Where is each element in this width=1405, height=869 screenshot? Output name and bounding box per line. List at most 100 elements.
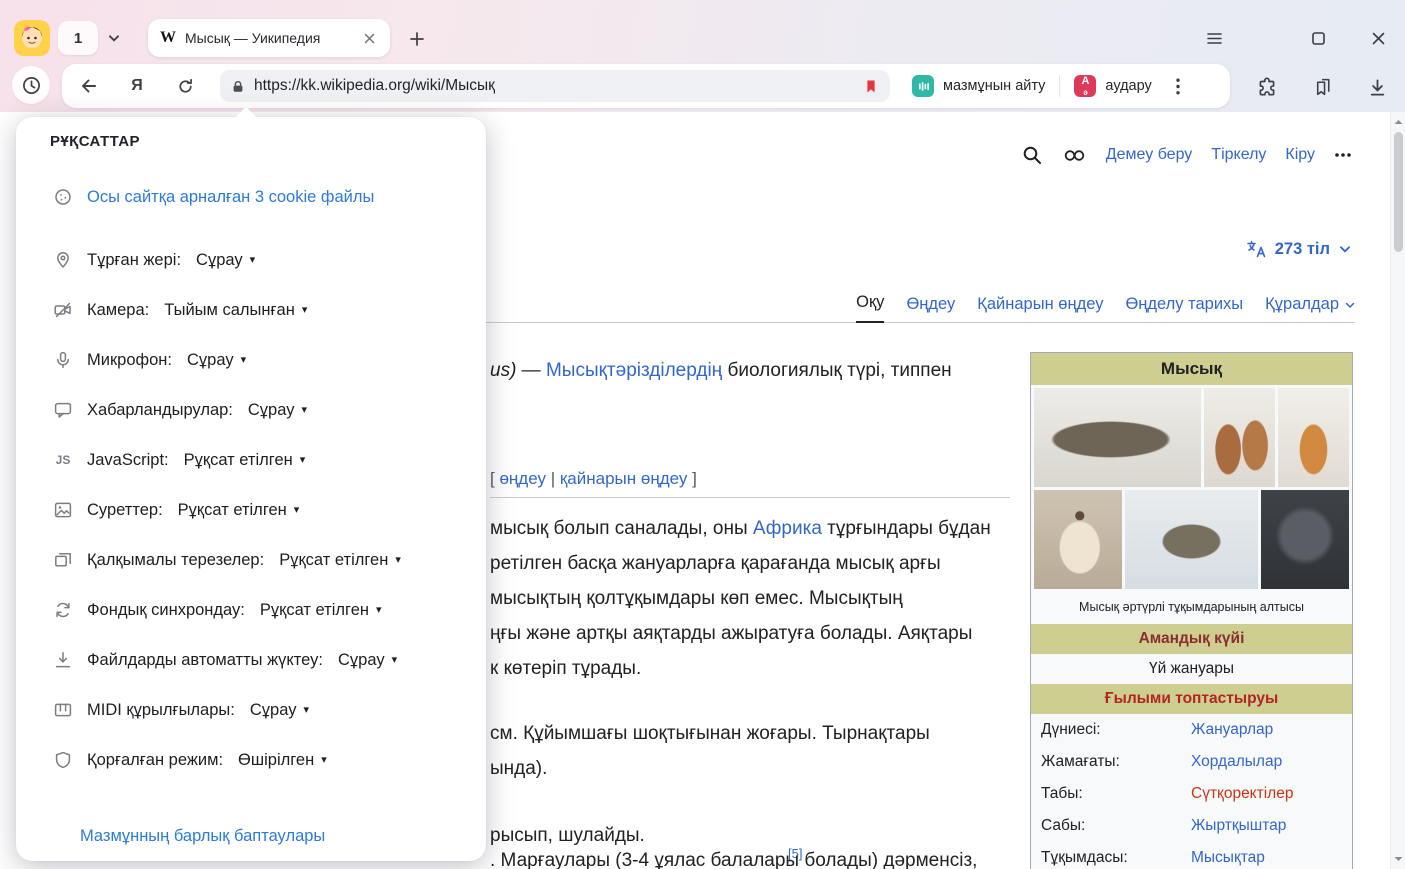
taxonomy-row: Тұқымдасы:Мысықтар [1031,842,1352,869]
permission-row-midi: MIDI құрылғылары: Сұрау▾ [52,685,466,735]
tab-group-chip[interactable]: 1 [58,21,98,55]
taxonomy-value-link[interactable]: Мысықтар [1191,849,1265,867]
scrollbar-thumb[interactable] [1394,132,1403,252]
two-abyssinian-cats-photo[interactable] [1204,388,1275,487]
cookies-link[interactable]: Осы сайтқа арналған 3 cookie файлы [87,188,374,207]
permission-value-dropdown[interactable]: Сұрау▾ [248,401,307,420]
wiki-user-link[interactable]: Кіру [1285,146,1315,164]
back-button[interactable] [72,69,106,103]
search-icon[interactable] [1021,144,1043,166]
siamese-cat-photo[interactable] [1034,490,1122,589]
permission-row-camera: Камера:Тыйым салынған▾ [52,285,466,335]
wiki-more-menu-icon[interactable] [1334,152,1352,158]
taxonomy-value-link[interactable]: Жануарлар [1191,721,1273,739]
article-text-fragment: ретілген басқа жануарларға қарағанда мыс… [490,553,941,574]
taxonomy-row: Жамағаты:Хордалылар [1031,746,1352,778]
cookies-row: Осы сайтқа арналған 3 cookie файлы [52,187,374,207]
article-text-fragment: . Марғаулары (3-4 ұялас балалары болады)… [490,850,977,869]
translate-button[interactable]: Аә аудару [1062,69,1163,103]
browser-tab-wikipedia[interactable]: W Мысық — Уикипедия [148,19,390,57]
maximize-icon[interactable] [1306,26,1330,50]
read-aloud-button[interactable]: мазмұнын айту [900,69,1057,103]
language-selector[interactable]: 273 тіл [1245,238,1352,260]
bookmark-icon[interactable] [863,78,879,95]
all-content-settings-link[interactable]: Мазмұнның барлық баптаулары [80,827,325,846]
location-icon [52,250,74,270]
article-text-fragment: тұрғындары бұдан [822,518,991,539]
article-text-fragment: мысықтың қолтұқымдары көп емес. Мысықтың [490,588,903,609]
read-aloud-icon [912,75,934,97]
profile-avatar[interactable] [14,20,50,56]
close-window-icon[interactable] [1366,26,1390,50]
article-text-fragment: см. Құйымшағы шоқтығынан жоғары. Тырнақт… [490,723,930,744]
article-text-fragment: ңғы және артқы аяқтарды ажыратуға болады… [490,623,972,644]
yandex-letter: Я [131,77,143,95]
sync-icon [52,600,74,620]
extensions-puzzle-icon[interactable] [1252,72,1282,102]
article-text-fragment: мысық болып саналады, оны [490,518,753,539]
permission-row-autodownload: Файлдарды автоматты жүктеу:Сұрау▾ [52,635,466,685]
browser-window: 1 W Мысық — Уикипедия [0,0,1405,869]
permission-value-dropdown[interactable]: Тыйым салынған▾ [164,301,307,320]
wiki-user-link[interactable]: Демеу беру [1106,146,1193,164]
permission-value-dropdown[interactable]: Рұқсат етілген▾ [184,451,306,470]
cat-photo-grid [1031,385,1352,592]
taxonomy-row: Дүниесі:Жануарлар [1031,714,1352,746]
wiki-link[interactable]: қайнарын өңдеу [560,469,688,488]
tab-close-icon[interactable] [360,29,378,47]
permission-value-dropdown[interactable]: Рұқсат етілген▾ [279,551,401,570]
red-and-white-cat-photo[interactable] [1278,388,1349,487]
address-bar[interactable]: https://kk.wikipedia.org/wiki/Мысық [220,70,890,102]
permission-value-dropdown[interactable]: Сұрау▾ [196,251,255,270]
wiki-tab[interactable]: Оқу [856,293,884,323]
permission-value-dropdown[interactable]: Өшірілген▾ [238,751,327,770]
permission-row-javascript: JSJavaScript:Рұқсат етілген▾ [52,435,466,485]
permission-value-dropdown[interactable]: Сұрау▾ [187,351,246,370]
permission-value-dropdown[interactable]: Рұқсат етілген▾ [178,501,300,520]
browser-chrome: 1 W Мысық — Уикипедия [0,0,1405,112]
new-tab-button[interactable] [404,26,430,52]
article-text-line: мысықтың қолтұқымдары көп емес. Мысықтың [490,588,903,610]
collections-icon[interactable] [1308,72,1338,102]
permission-label: MIDI құрылғылары: [87,701,235,720]
taxonomy-value-link[interactable]: Сүтқоректілер [1191,785,1293,803]
wiki-link[interactable]: Африка [753,518,822,539]
article-text-line: . Марғаулары (3-4 ұялас балалары болады)… [490,850,977,869]
wiki-tab[interactable]: Құралдар [1265,295,1356,323]
permission-value-dropdown[interactable]: Сұрау▾ [250,701,309,720]
appearance-icon[interactable] [1062,144,1087,166]
url-text: https://kk.wikipedia.org/wiki/Мысық [254,77,854,95]
wiki-link[interactable]: Мысықтәрізділердің [546,360,722,381]
reload-button[interactable] [168,69,202,103]
yandex-search-button[interactable]: Я [120,69,154,103]
downloads-icon[interactable] [1362,72,1392,102]
permission-label: Суреттер: [87,501,163,520]
article-text-fragment: | [546,469,560,488]
taxonomy-label: Тұқымдасы: [1041,849,1191,867]
wiki-user-link[interactable]: Тіркелу [1211,146,1266,164]
permission-label: Хабарландырулар: [87,401,233,420]
scroll-up-icon[interactable] [1391,114,1405,130]
wiki-link[interactable]: өңдеу [499,469,546,488]
window-menu-icon[interactable] [1202,26,1226,50]
lying-tabby-cat-photo[interactable] [1034,388,1201,487]
permission-value-dropdown[interactable]: Сұрау▾ [338,651,397,670]
tab-title: Мысық — Уикипедия [185,30,351,46]
history-button[interactable] [12,66,50,104]
wiki-tab[interactable]: Өңделу тарихы [1125,295,1243,323]
taxonomy-value-link[interactable]: Хордалылар [1191,753,1282,771]
article-text-line: ретілген басқа жануарларға қарағанда мыс… [490,553,941,575]
gray-cat-photo[interactable] [1261,490,1349,589]
wiki-tab[interactable]: Қайнарын өңдеу [977,295,1103,323]
page-scrollbar[interactable] [1390,112,1405,869]
taxonomy-value-link[interactable]: Жыртқыштар [1191,817,1286,835]
standing-tabby-cat-photo[interactable] [1125,490,1259,589]
permission-value-dropdown[interactable]: Рұқсат етілген▾ [260,601,382,620]
omnibox-more-icon[interactable] [1164,69,1192,103]
tab-group-chevron-icon[interactable] [103,29,125,47]
wiki-tab[interactable]: Өңдеу [906,295,955,323]
taxobox-title: Мысық [1031,353,1352,385]
permission-label: Тұрған жері: [87,251,181,270]
scroll-down-icon[interactable] [1391,851,1405,867]
taxobox: Мысық Мысық әртүрлі тұқымдарының алтысы … [1030,352,1353,869]
